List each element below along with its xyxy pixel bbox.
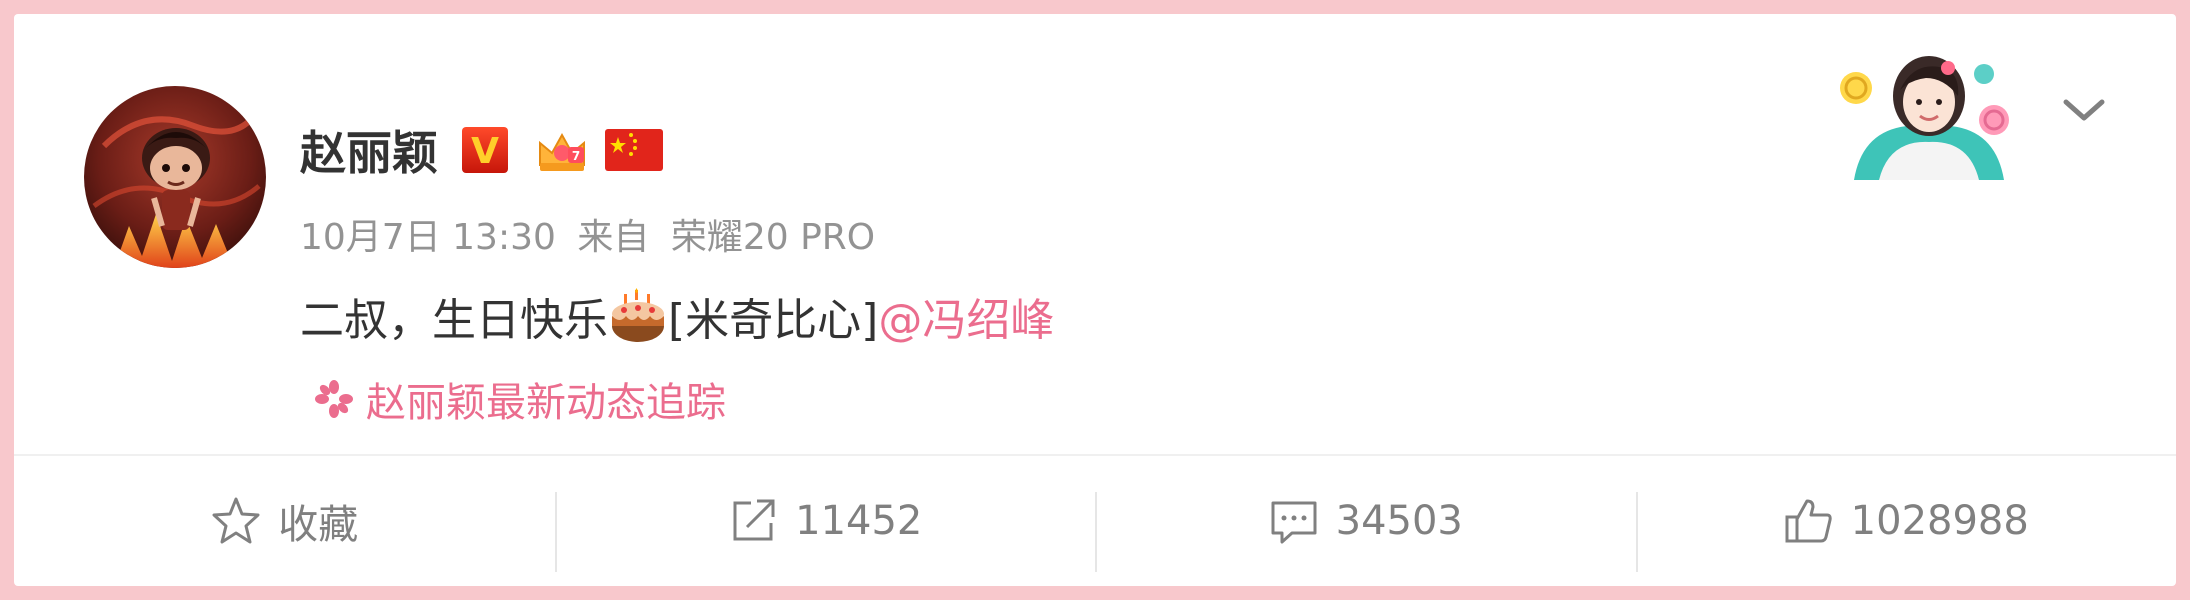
like-count: 1028988 [1850,498,2029,544]
post-meta: 10月7日 13:30 来自 荣耀20 PRO [300,208,875,260]
comment-button[interactable]: 34503 [1095,456,1636,586]
tracker-label: 赵丽颖最新动态追踪 [366,380,726,426]
comment-icon [1271,501,1317,544]
favorite-button[interactable]: 收藏 [14,456,555,586]
birthday-cake-emoji [612,288,664,342]
repost-count: 11452 [795,498,923,544]
avatar[interactable] [84,86,266,268]
verified-badge-icon[interactable]: V [460,125,510,175]
share-icon [733,499,775,541]
favorite-label: 收藏 [278,502,359,548]
card-decoration-figure [1840,56,2009,180]
svg-text:V: V [471,131,499,172]
mention-link[interactable]: @冯绍峰 [878,284,1054,348]
repost-button[interactable]: 11452 [554,456,1096,586]
post-content: 二叔，生日快乐 [米奇比心] @冯绍峰 [300,284,1054,348]
china-flag-icon [605,129,663,171]
action-bar: 收藏 11452 34503 1028988 [14,456,2176,586]
thumbs-up-icon [1785,499,1832,543]
chevron-down-icon[interactable] [2054,84,2114,134]
emoji-text: [米奇比心] [668,295,879,346]
source-device[interactable]: 荣耀20 PRO [671,217,875,258]
svg-text:7: 7 [572,149,580,163]
source-prefix: 来自 [577,217,650,258]
post-text: 二叔，生日快乐 [300,295,608,346]
weibo-post-card: 赵丽颖 V 7 10月7日 13:30 来自 荣耀20 PRO 二叔，生日快乐 … [14,14,2176,586]
flower-icon [315,380,353,418]
post-timestamp[interactable]: 10月7日 13:30 [300,217,556,258]
star-icon [212,497,260,544]
avatar-image [84,86,266,268]
crown-member-icon[interactable]: 7 [534,125,590,175]
comment-count: 34503 [1335,498,1463,544]
name-row: 赵丽颖 V 7 [300,119,664,181]
tracker-link[interactable]: 赵丽颖最新动态追踪 [314,370,726,428]
username[interactable]: 赵丽颖 [300,117,438,183]
like-button[interactable]: 1028988 [1635,456,2177,586]
